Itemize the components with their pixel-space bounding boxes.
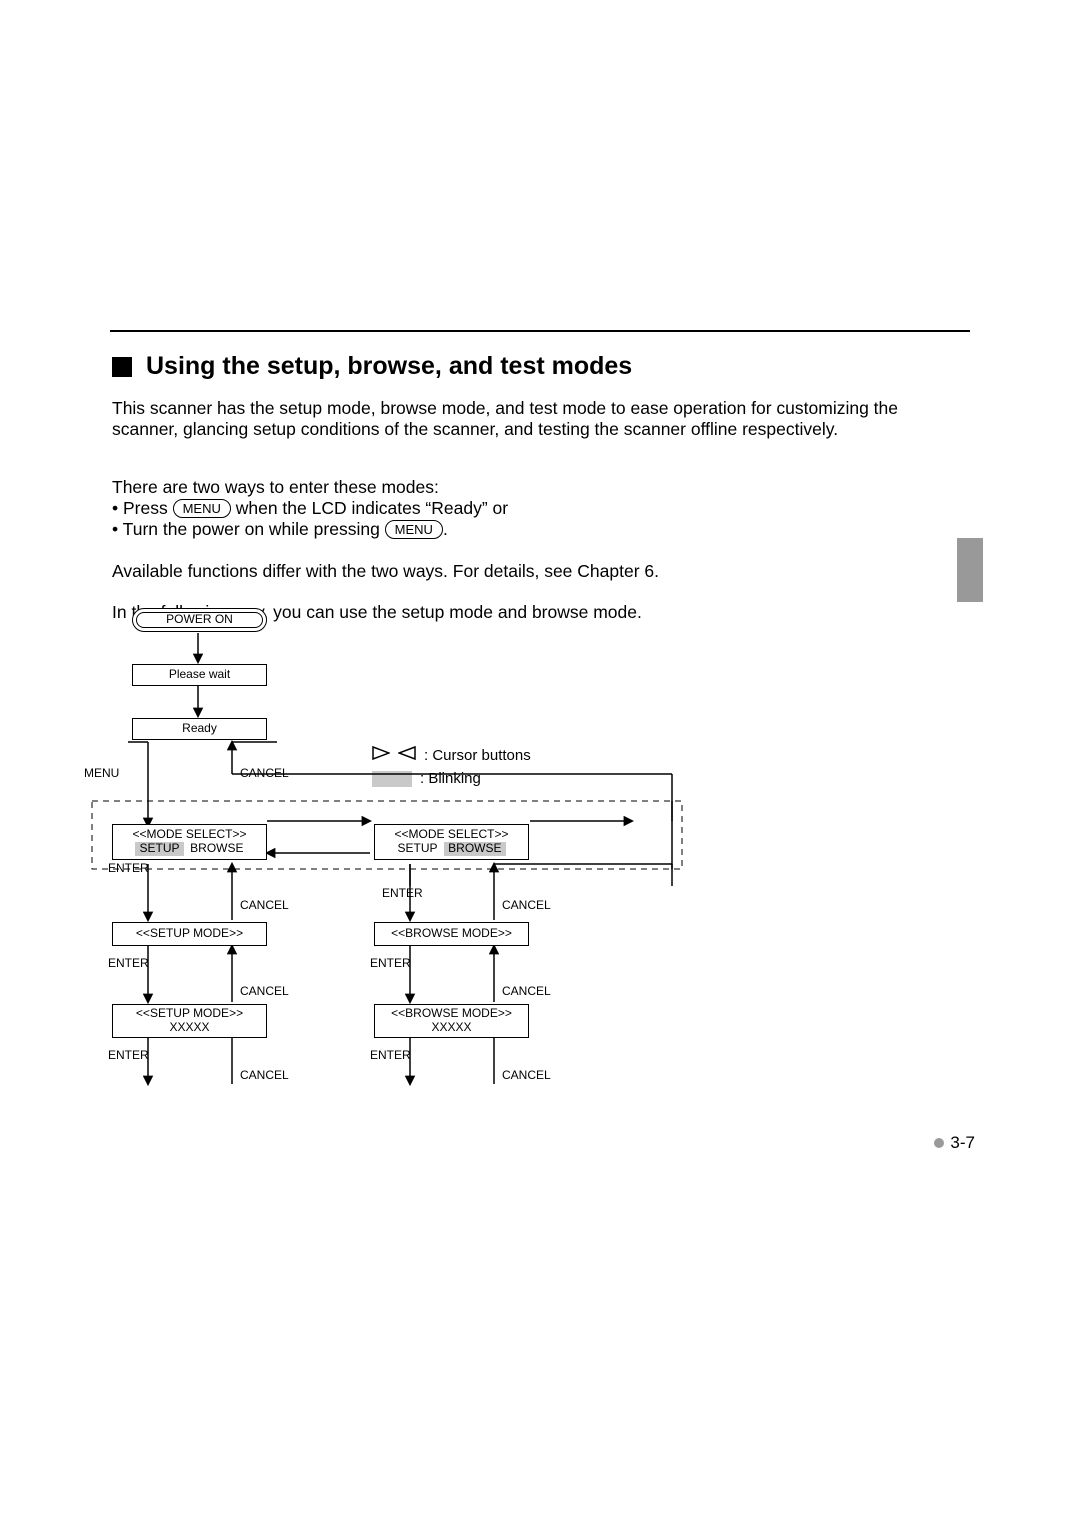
menu-key-icon: MENU bbox=[385, 520, 443, 539]
paragraph-1: This scanner has the setup mode, browse … bbox=[112, 398, 902, 441]
box-mode-select-setup: <<MODE SELECT>> SETUP BROWSE bbox=[112, 824, 267, 860]
flow-diagram: POWER ON Please wait Ready <<MODE SELECT… bbox=[112, 606, 722, 1101]
label-enter: ENTER bbox=[108, 861, 149, 875]
label-cancel: CANCEL bbox=[240, 898, 289, 912]
label-enter: ENTER bbox=[108, 1048, 149, 1062]
bullet-1: • Press MENU when the LCD indicates “Rea… bbox=[112, 498, 902, 519]
label-enter: ENTER bbox=[370, 956, 411, 970]
dot-icon bbox=[934, 1138, 944, 1148]
label-cancel: CANCEL bbox=[240, 1068, 289, 1082]
label-cancel: CANCEL bbox=[502, 984, 551, 998]
box-power-on: POWER ON bbox=[132, 608, 267, 632]
horizontal-rule bbox=[110, 330, 970, 332]
label-menu: MENU bbox=[84, 766, 119, 780]
square-bullet-icon bbox=[112, 357, 132, 377]
menu-key-icon: MENU bbox=[173, 499, 231, 518]
paragraph-3: Available functions differ with the two … bbox=[112, 561, 902, 582]
heading-text: Using the setup, browse, and test modes bbox=[146, 352, 632, 381]
label-enter: ENTER bbox=[370, 1048, 411, 1062]
box-ready: Ready bbox=[132, 718, 267, 740]
box-please-wait: Please wait bbox=[132, 664, 267, 686]
paragraph-2: There are two ways to enter these modes: bbox=[112, 477, 902, 498]
label-enter: ENTER bbox=[108, 956, 149, 970]
label-cancel: CANCEL bbox=[240, 984, 289, 998]
box-mode-select-browse: <<MODE SELECT>> SETUP BROWSE bbox=[374, 824, 529, 860]
box-browse-mode: <<BROWSE MODE>> bbox=[374, 922, 529, 946]
label-cancel: CANCEL bbox=[502, 1068, 551, 1082]
label-cancel: CANCEL bbox=[502, 898, 551, 912]
box-setup-mode: <<SETUP MODE>> bbox=[112, 922, 267, 946]
page-number: 3-7 bbox=[934, 1133, 975, 1153]
box-setup-mode-xxxxx: <<SETUP MODE>> XXXXX bbox=[112, 1004, 267, 1038]
label-cancel: CANCEL bbox=[240, 766, 289, 780]
section-heading: Using the setup, browse, and test modes bbox=[112, 352, 632, 381]
label-enter: ENTER bbox=[382, 886, 423, 900]
bullet-2: • Turn the power on while pressing MENU. bbox=[112, 519, 902, 540]
body-text: This scanner has the setup mode, browse … bbox=[112, 398, 902, 639]
box-browse-mode-xxxxx: <<BROWSE MODE>> XXXXX bbox=[374, 1004, 529, 1038]
page-number-text: 3-7 bbox=[950, 1133, 975, 1153]
page: Using the setup, browse, and test modes … bbox=[0, 0, 1080, 1528]
thumb-tab bbox=[957, 538, 983, 602]
